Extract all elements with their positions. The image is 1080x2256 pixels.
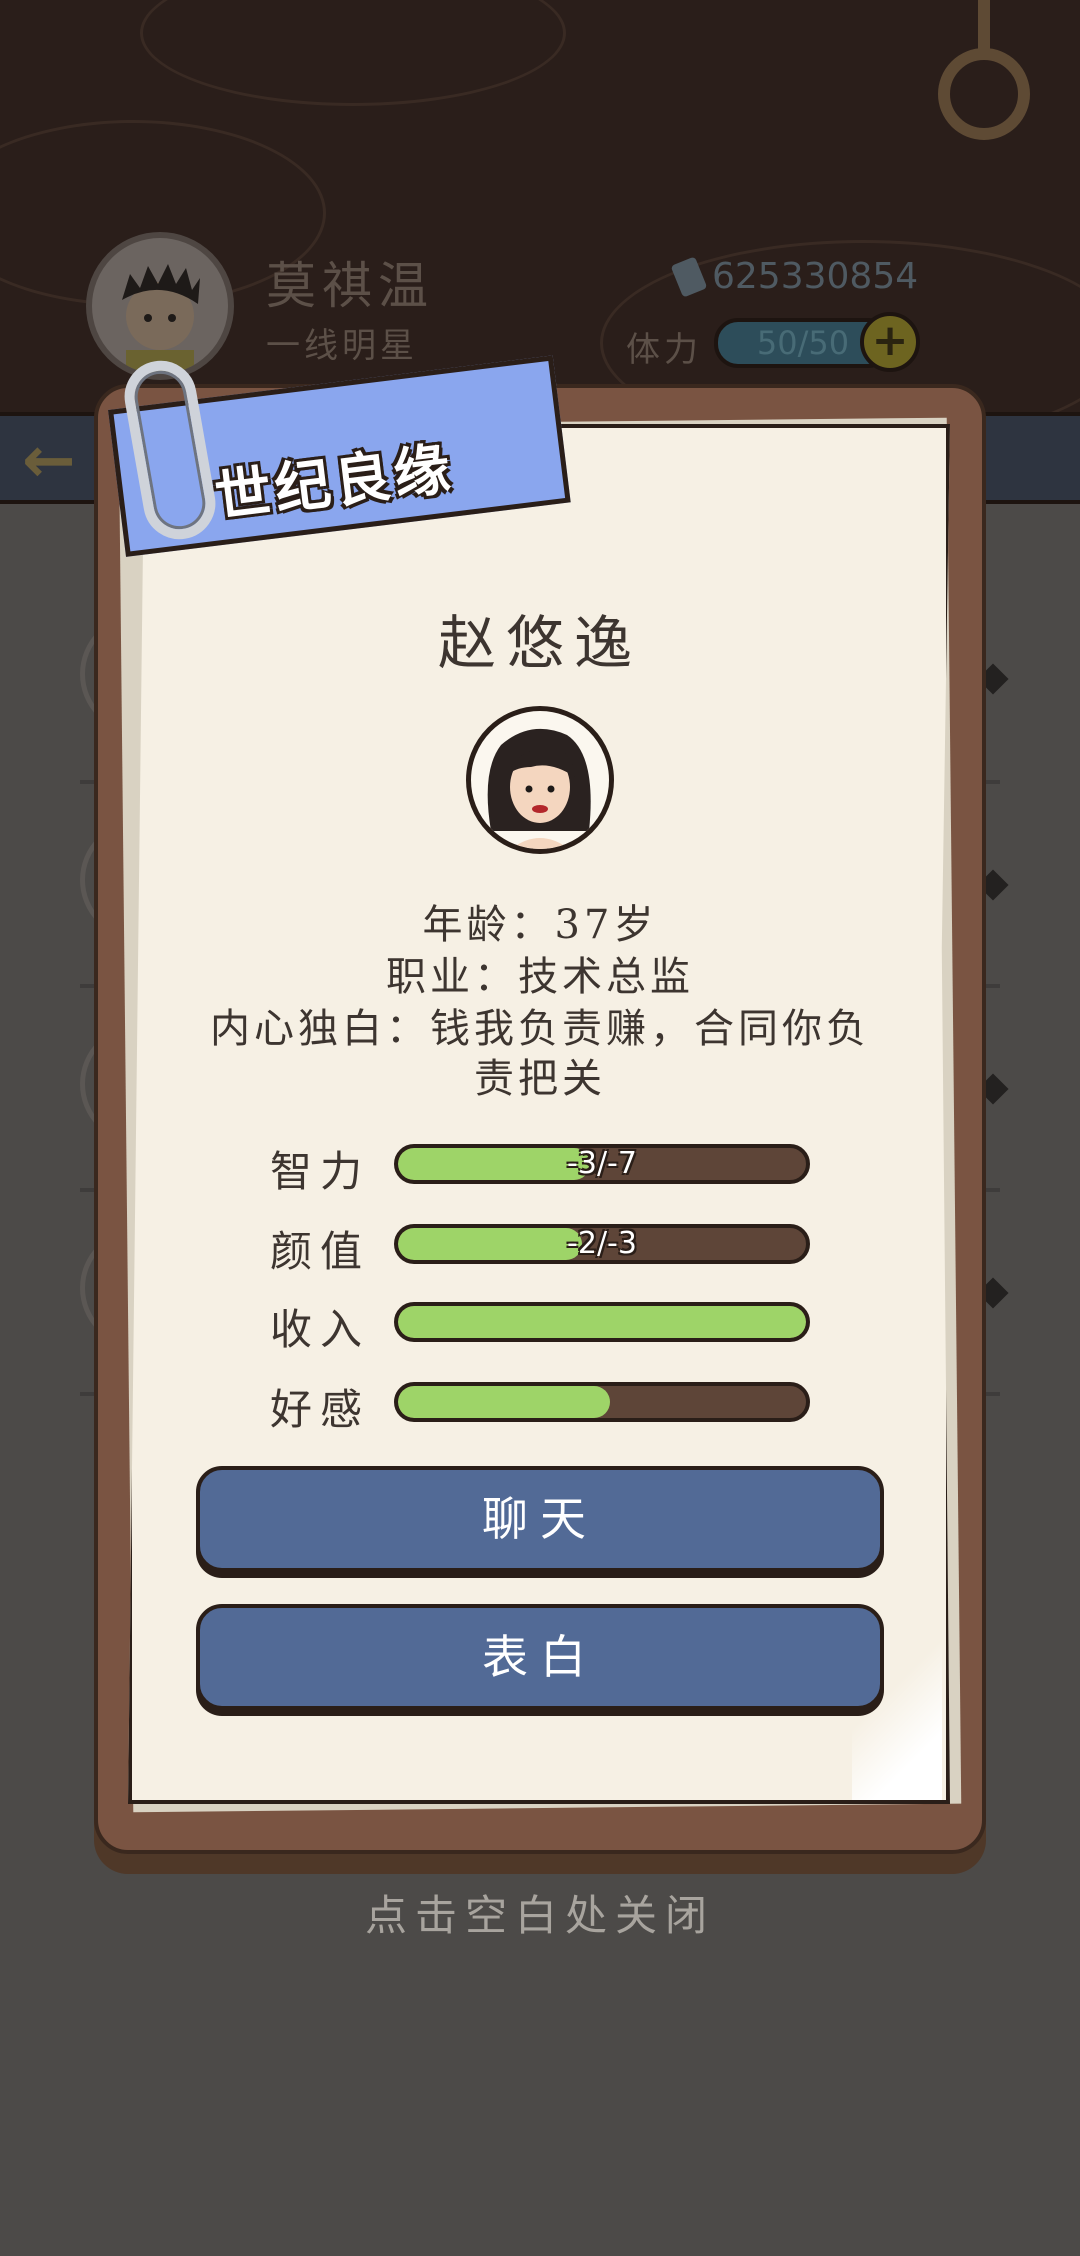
close-hint[interactable]: 点击空白处关闭: [0, 1882, 1080, 1943]
stat-label-income: 收入: [270, 1305, 371, 1354]
stat-label-affection: 好感: [270, 1385, 371, 1434]
chat-button[interactable]: 聊天: [196, 1466, 884, 1572]
job-info: 职业：技术总监: [386, 954, 694, 1000]
back-arrow-icon[interactable]: ←: [22, 424, 76, 498]
stat-bar-intelligence: -3/-7: [394, 1144, 810, 1184]
character-portrait: [466, 706, 614, 854]
monologue-line-2: 责把关: [474, 1056, 606, 1102]
player-name: 莫祺温: [266, 257, 434, 315]
stat-bar-income: [394, 1302, 810, 1342]
player-title: 一线明星: [266, 326, 418, 366]
player-avatar[interactable]: [86, 232, 234, 380]
stat-value-appearance: -2/-3: [567, 1226, 637, 1261]
stat-fill-affection: [398, 1386, 611, 1418]
add-stamina-button[interactable]: +: [860, 312, 920, 372]
settings-ring-icon[interactable]: [938, 48, 1030, 140]
age-info: 年龄：37岁: [422, 902, 658, 948]
stat-value-intelligence: -3/-7: [567, 1146, 637, 1181]
stat-bar-appearance: -2/-3: [394, 1224, 810, 1264]
stat-bar-affection: [394, 1382, 810, 1422]
character-name: 赵悠逸: [437, 609, 642, 677]
stat-label-appearance: 颜值: [270, 1227, 371, 1276]
stat-fill-income: [398, 1306, 806, 1338]
stamina-label: 体力: [626, 330, 702, 370]
confess-button[interactable]: 表白: [196, 1604, 884, 1710]
stat-label-intelligence: 智力: [270, 1147, 371, 1196]
money-value: 625330854: [712, 256, 919, 297]
